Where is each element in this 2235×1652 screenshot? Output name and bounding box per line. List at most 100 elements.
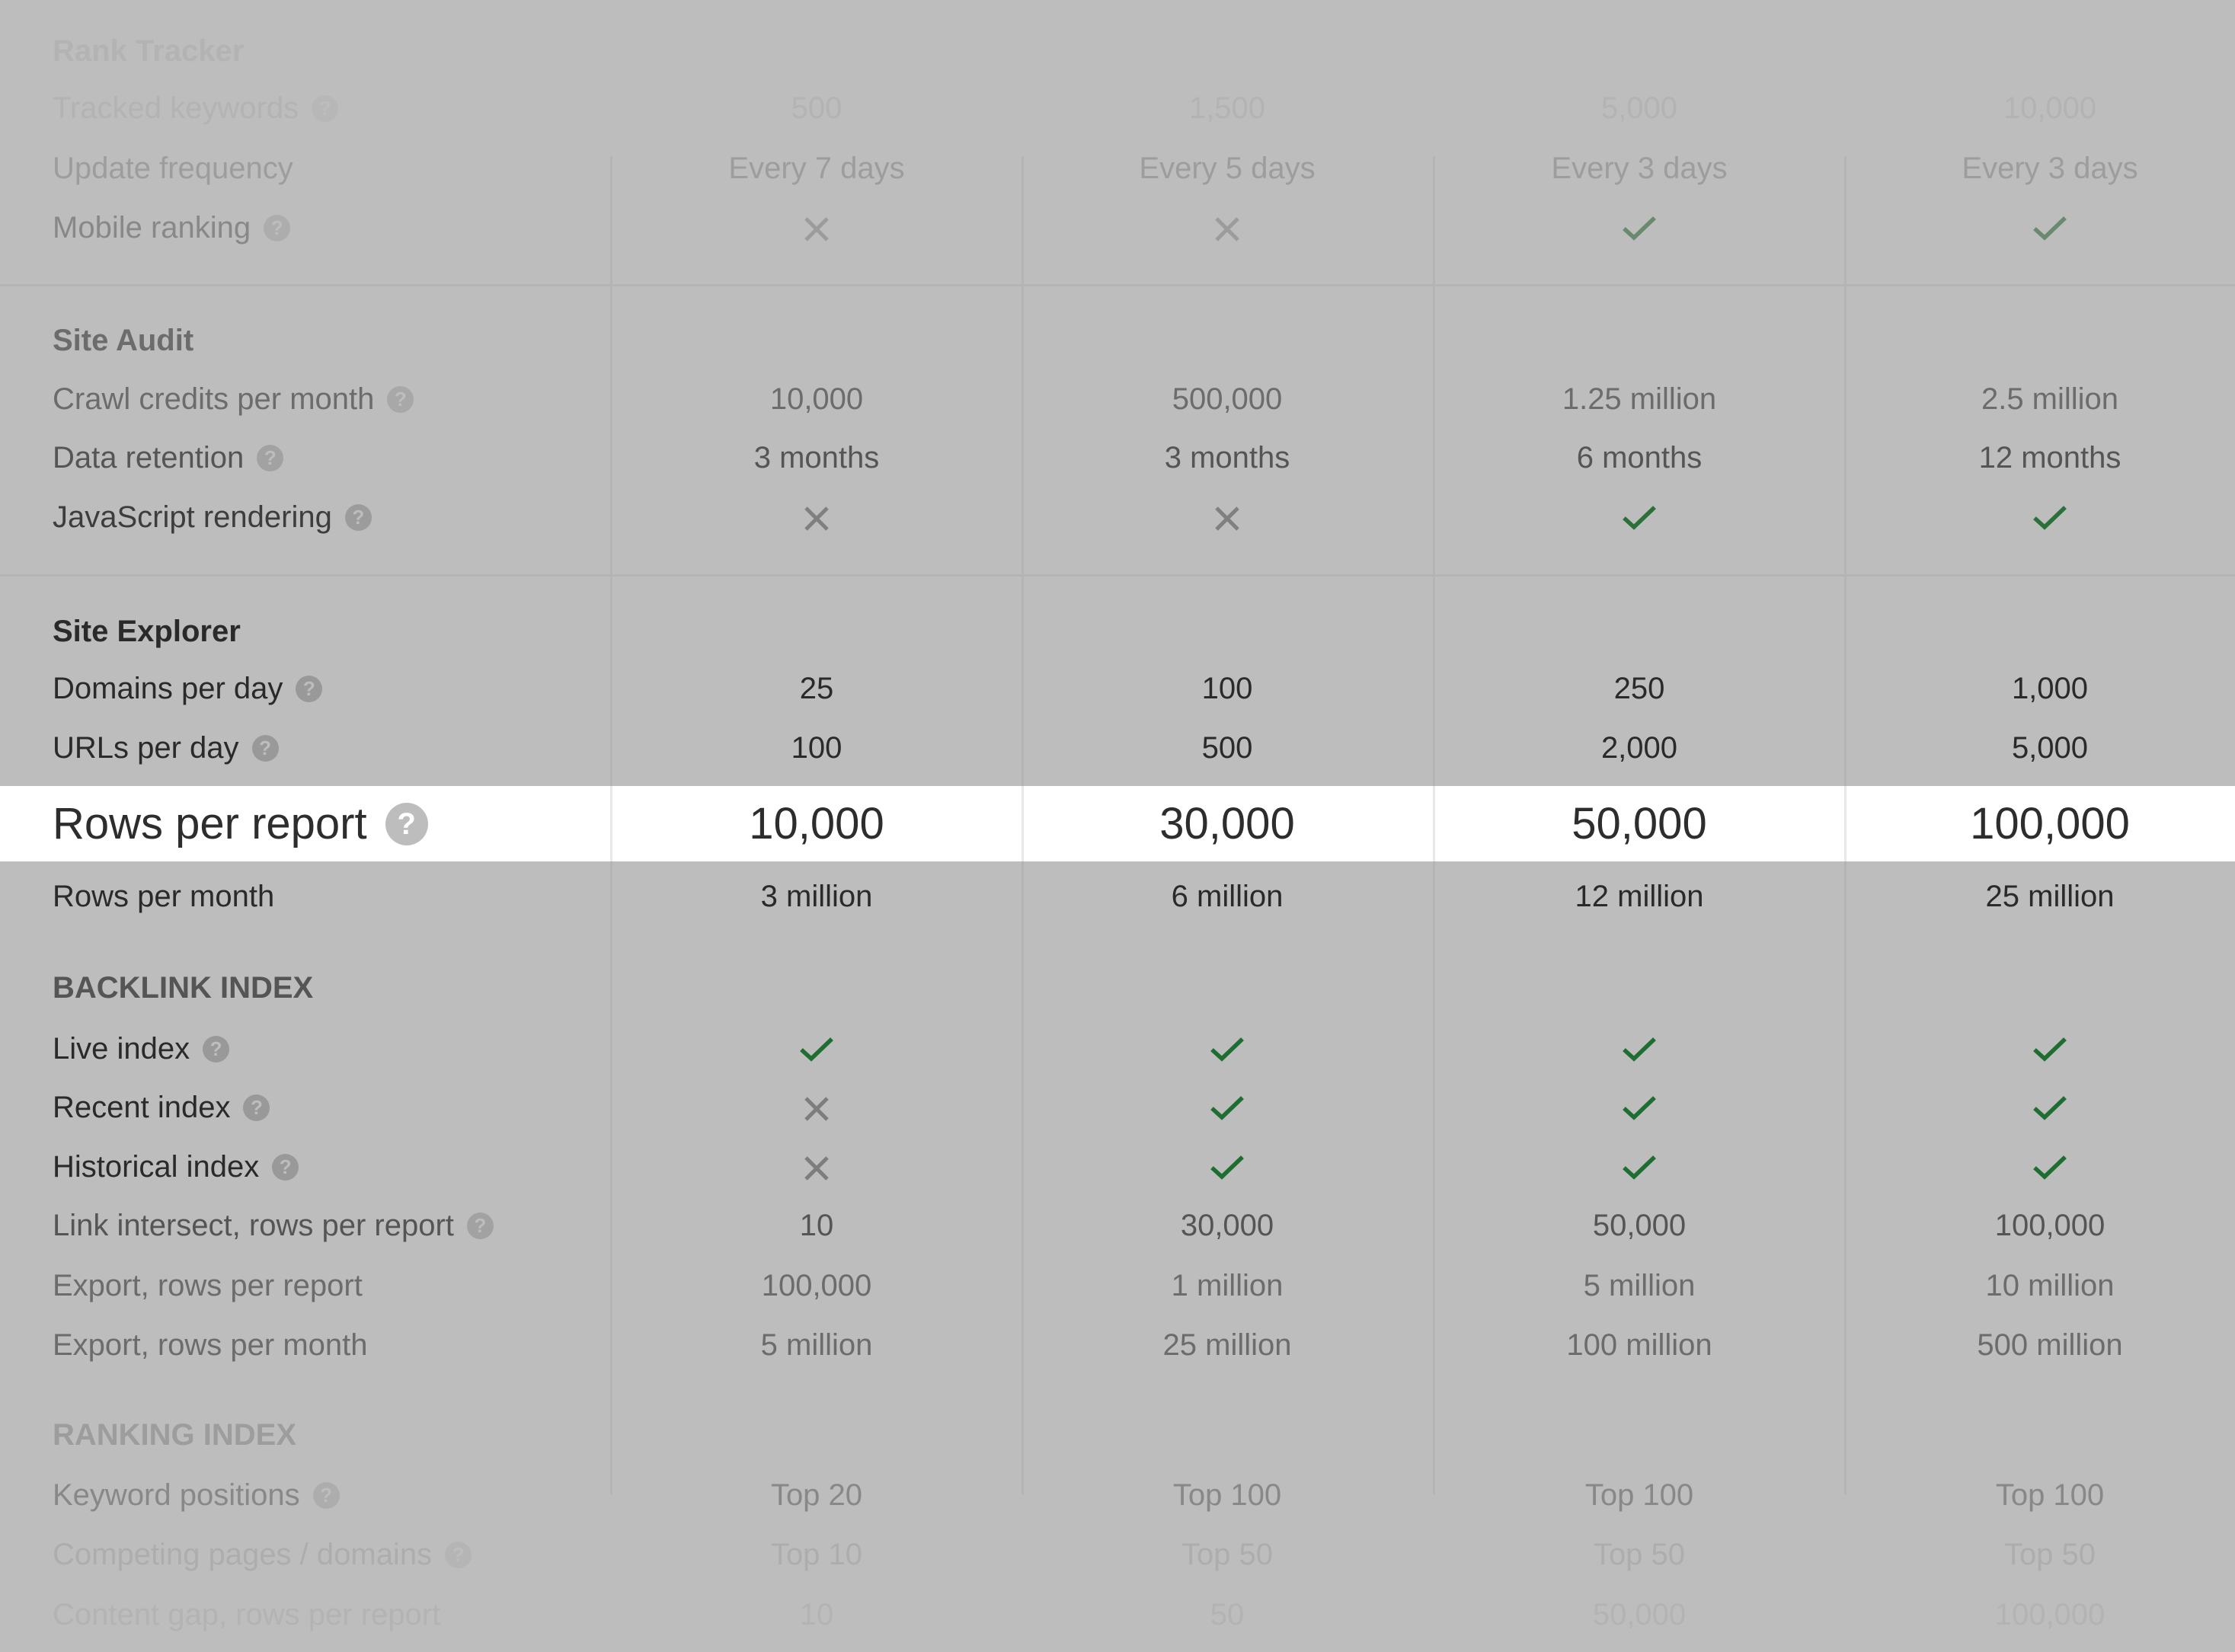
check-icon (1434, 1144, 1845, 1190)
cross-icon (611, 1144, 1022, 1190)
plan-value-cell: 500 (1201, 731, 1253, 765)
feature-label-text: Recent index (53, 1091, 231, 1124)
plan-value-cell: 50,000 (1572, 799, 1707, 848)
plan-value-cell: 30,000 (1180, 1209, 1274, 1242)
help-icon[interactable]: ? (344, 503, 372, 531)
plan-value-cell: Top 100 (1172, 1478, 1282, 1512)
feature-label: Keyword positions? (53, 1472, 340, 1518)
help-icon[interactable]: ? (387, 385, 414, 413)
check-icon (1434, 494, 1845, 540)
plan-value-cell: 6 million (1171, 880, 1284, 913)
highlighted-feature-row: Rows per report? 10,000 30,000 50,000 100,00… (0, 786, 2235, 861)
feature-label-text: Update frequency (53, 152, 293, 185)
plan-value-cell: 1,000 (2011, 672, 2089, 705)
check-icon (1210, 1152, 1244, 1185)
feature-row: Domains per day? 25 100 250 1,000 (0, 666, 2235, 711)
feature-label-text: Content gap, rows per report (53, 1598, 441, 1631)
plan-value-cell: 50,000 (1592, 1598, 1687, 1631)
section-title: RANKING INDEX (53, 1418, 297, 1452)
check-icon (1844, 494, 2235, 540)
help-icon[interactable]: ? (466, 1212, 494, 1239)
feature-label-text: Crawl credits per month (53, 382, 375, 416)
check-icon (1434, 1085, 1845, 1130)
feature-row: Live index? (0, 1026, 2235, 1072)
feature-label: Content gap, rows per report (53, 1592, 440, 1638)
help-icon[interactable]: ? (251, 734, 279, 762)
help-icon[interactable]: ? (243, 1094, 270, 1121)
help-icon[interactable]: ? (272, 1153, 299, 1181)
check-icon (1844, 1144, 2235, 1190)
check-icon (2033, 502, 2067, 535)
help-icon[interactable]: ? (312, 94, 339, 122)
plan-value-cell: Top 100 (1584, 1478, 1694, 1512)
feature-row: Competing pages / domains? Top 10 Top 50 To… (0, 1532, 2235, 1577)
help-icon[interactable]: ? (264, 214, 291, 241)
check-icon (611, 1026, 1022, 1072)
plan-value-cell: 1,500 (1188, 91, 1266, 125)
feature-label: Link intersect, rows per report? (53, 1203, 494, 1248)
plan-value-cell: 1.25 million (1562, 382, 1717, 416)
plan-value-cell: 5 million (760, 1328, 873, 1362)
plan-value-cell: 1 million (1171, 1269, 1284, 1302)
plan-value-cell: 500 million (1977, 1328, 2123, 1362)
plan-value-cell: 100 million (1566, 1328, 1712, 1362)
plan-value-cell: 12 months (1978, 441, 2121, 475)
feature-label-text: Export, rows per report (53, 1269, 363, 1302)
section-title: Rank Tracker (53, 34, 245, 68)
cross-icon (1022, 494, 1433, 540)
feature-row: Export, rows per month 5 million 25 millio… (0, 1322, 2235, 1368)
plan-value-cell: 500 (791, 91, 843, 125)
cross-icon (611, 494, 1022, 540)
plan-value-cell: 10,000 (769, 382, 864, 416)
feature-label-text: Mobile ranking (53, 211, 251, 244)
section-header-site-audit: Site Audit (0, 318, 2235, 363)
plan-value-cell: 100 (1201, 672, 1253, 705)
help-icon[interactable]: ? (312, 1481, 340, 1509)
plan-value-cell: 5 million (1583, 1269, 1696, 1302)
feature-label-text: Domains per day (53, 672, 283, 705)
plan-value-cell: 25 (799, 672, 834, 705)
check-icon (2033, 1152, 2067, 1185)
check-icon (1022, 1026, 1433, 1072)
check-icon (2033, 1034, 2067, 1067)
feature-row: Keyword positions? Top 20 Top 100 Top 100 To… (0, 1472, 2235, 1518)
feature-label-text: Historical index (53, 1150, 260, 1184)
feature-row: Link intersect, rows per report? 10 30,000… (0, 1203, 2235, 1248)
feature-label: Export, rows per report (53, 1263, 363, 1308)
check-icon (1623, 1092, 1656, 1126)
plan-value-cell: 5,000 (2011, 731, 2089, 765)
feature-row: Mobile ranking? (0, 205, 2235, 251)
plan-value-cell: Top 20 (770, 1478, 863, 1512)
feature-label: Tracked keywords? (53, 85, 339, 131)
cross-icon (1022, 205, 1433, 251)
feature-label: URLs per day? (53, 725, 279, 771)
section-title: Site Explorer (53, 615, 241, 648)
plan-value-cell: 3 months (1164, 441, 1290, 475)
feature-row: Tracked keywords? 500 1,500 5,000 10,000 (0, 85, 2235, 131)
plan-value-cell: 30,000 (1159, 799, 1295, 848)
plan-value-cell: 2.5 million (1981, 382, 2119, 416)
feature-row: URLs per day? 100 500 2,000 5,000 (0, 725, 2235, 771)
help-icon[interactable]: ? (203, 1035, 230, 1062)
plan-value-cell: 100,000 (1994, 1209, 2106, 1242)
check-icon (1844, 1026, 2235, 1072)
help-icon[interactable]: ? (385, 802, 428, 845)
feature-row: Update frequency Every 7 days Every 5 days… (0, 145, 2235, 191)
check-icon (1210, 1034, 1244, 1067)
pricing-comparison-table: Rank Tracker Site Audit Site Explorer BA… (0, 0, 2235, 1652)
help-icon[interactable]: ? (257, 444, 284, 471)
feature-label-text: Export, rows per month (53, 1328, 368, 1362)
plan-value-cell: 5,000 (1600, 91, 1678, 125)
feature-label-text: Rows per month (53, 880, 275, 913)
feature-row: Data retention? 3 months 3 months 6 months 1… (0, 435, 2235, 481)
plan-value-cell: Every 3 days (1962, 152, 2138, 185)
plan-value-cell: Top 100 (1995, 1478, 2105, 1512)
plan-value-cell: Every 3 days (1551, 152, 1728, 185)
section-header-site-explorer: Site Explorer (0, 609, 2235, 654)
feature-row: Crawl credits per month? 10,000 500,000 1.2… (0, 376, 2235, 422)
help-icon[interactable]: ? (296, 675, 323, 702)
feature-label-text: Rows per report (53, 799, 367, 848)
feature-label: Competing pages / domains? (53, 1532, 472, 1577)
help-icon[interactable]: ? (445, 1541, 472, 1568)
check-icon (1844, 205, 2235, 251)
